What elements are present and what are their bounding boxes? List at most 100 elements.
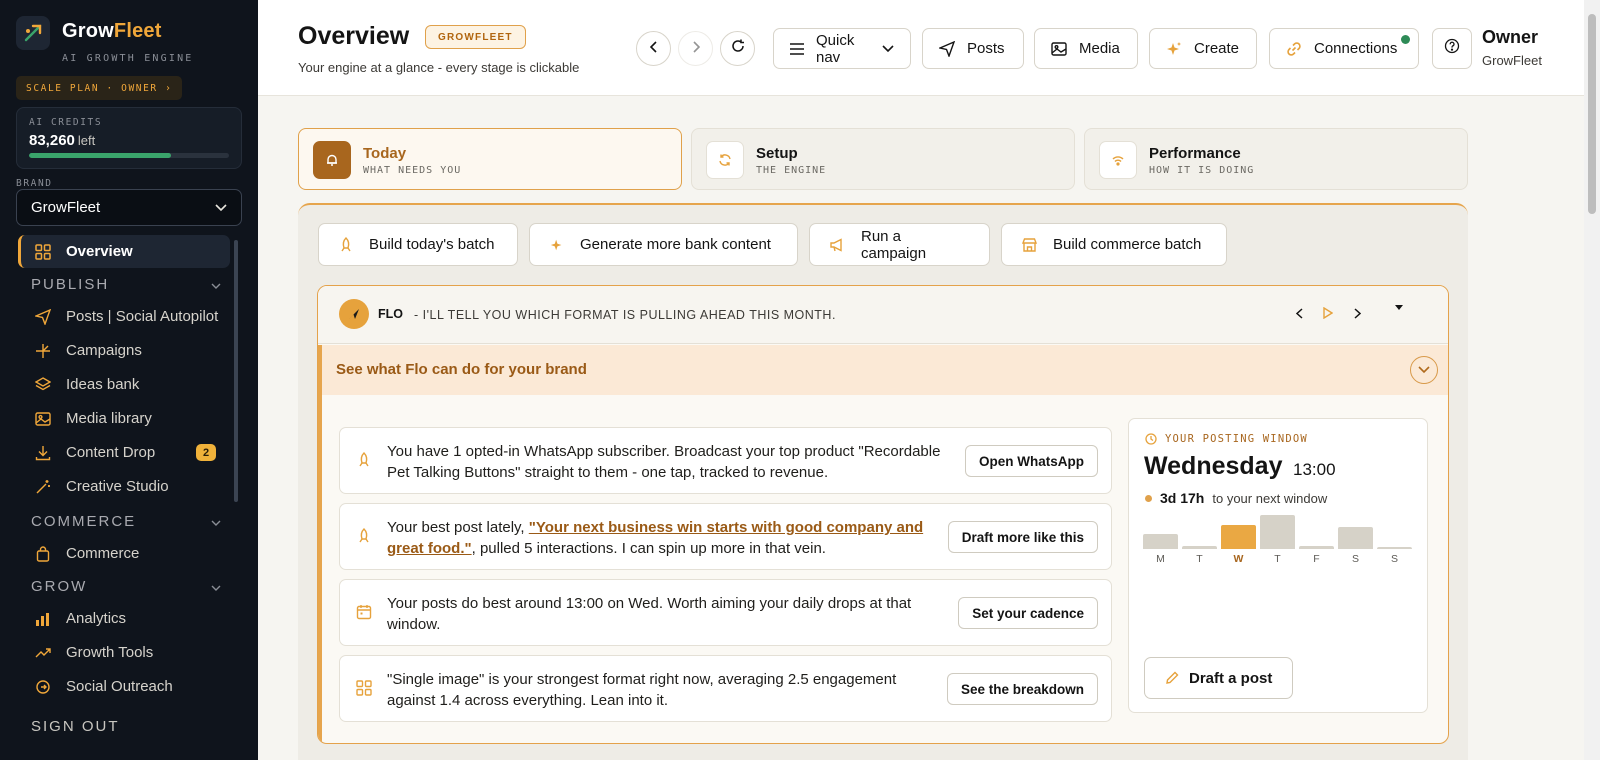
section-publish[interactable]: PUBLISH <box>31 276 221 293</box>
credits-amount: 83,260 <box>29 132 75 149</box>
run-campaign-button[interactable]: Run a campaign <box>809 223 990 266</box>
growfleet-logo-icon[interactable] <box>16 16 50 50</box>
section-publish-label: PUBLISH <box>31 276 110 293</box>
sidebar-item-campaigns[interactable]: Campaigns <box>18 334 230 367</box>
generate-bank-content-button[interactable]: Generate more bank content <box>529 223 798 266</box>
posting-window-card: YOUR POSTING WINDOW Wednesday 13:00 3d 1… <box>1128 418 1428 713</box>
sidebar-item-overview[interactable]: Overview <box>18 235 230 268</box>
flo-capabilities-banner[interactable]: See what Flo can do for your brand <box>318 345 1448 395</box>
sparkle-icon <box>550 238 564 252</box>
sidebar-item-commerce[interactable]: Commerce <box>18 537 230 570</box>
stage-tab-performance[interactable]: Performance HOW IT IS DOING <box>1084 128 1468 190</box>
stage-subtitle: HOW IT IS DOING <box>1149 165 1255 176</box>
caret-down-icon <box>1395 298 1403 316</box>
page-subtitle: Your engine at a glance - every stage is… <box>298 60 580 75</box>
sidebar-item-creative-studio[interactable]: Creative Studio <box>18 470 230 503</box>
countdown-value: 3d 17h <box>1160 490 1205 506</box>
sidebar-item-posts[interactable]: Posts | Social Autopilot <box>18 300 230 333</box>
brand-select[interactable]: GrowFleet <box>16 189 242 226</box>
chevron-down-icon[interactable] <box>1410 356 1438 384</box>
posts-button[interactable]: Posts <box>922 28 1024 69</box>
connections-button[interactable]: Connections <box>1269 28 1419 69</box>
flo-accent-strip <box>318 395 322 743</box>
sidebar-item-label: Analytics <box>66 610 127 627</box>
section-grow-label: GROW <box>31 578 88 595</box>
open-whatsapp-button[interactable]: Open WhatsApp <box>965 445 1098 477</box>
trend-up-icon <box>34 644 52 662</box>
build-commerce-batch-button[interactable]: Build commerce batch <box>1001 223 1227 266</box>
sidebar-item-growth-tools[interactable]: Growth Tools <box>18 636 230 669</box>
posting-window-label: YOUR POSTING WINDOW <box>1145 433 1308 445</box>
bell-icon <box>313 141 351 179</box>
insight-text: Your posts do best around 13:00 on Wed. … <box>387 595 912 633</box>
sparkle-plus-icon <box>34 342 52 360</box>
flo-play-button[interactable] <box>1317 304 1339 326</box>
sidebar-item-ideas-bank[interactable]: Ideas bank <box>18 368 230 401</box>
layers-icon <box>34 376 52 394</box>
sidebar-item-label: Creative Studio <box>66 478 169 495</box>
forward-button[interactable] <box>678 31 713 66</box>
quick-nav-button[interactable]: Quick nav <box>773 28 911 69</box>
page-scrollbar[interactable] <box>1584 0 1600 760</box>
plan-pill[interactable]: SCALE PLAN · OWNER › <box>16 76 183 100</box>
create-button[interactable]: Create <box>1149 28 1257 69</box>
section-commerce[interactable]: COMMERCE <box>31 513 221 530</box>
stage-subtitle: THE ENGINE <box>756 165 827 176</box>
help-button[interactable] <box>1432 28 1472 69</box>
sidebar-item-media-library[interactable]: Media library <box>18 402 230 435</box>
weekday-label: F <box>1313 553 1320 565</box>
stage-title: Today <box>363 145 407 162</box>
weekday-bar <box>1377 547 1412 549</box>
stage-tab-today[interactable]: Today WHAT NEEDS YOU <box>298 128 682 190</box>
page-scrollbar-thumb[interactable] <box>1588 14 1596 214</box>
quick-action-label: Build today's batch <box>369 236 495 253</box>
clock-icon <box>1145 433 1157 445</box>
media-button[interactable]: Media <box>1034 28 1138 69</box>
build-todays-batch-button[interactable]: Build today's batch <box>318 223 518 266</box>
send-icon <box>34 308 52 326</box>
stage-title: Setup <box>756 145 798 162</box>
stage-title: Performance <box>1149 145 1241 162</box>
sidebar-item-label: Media library <box>66 410 152 427</box>
sidebar-item-analytics[interactable]: Analytics <box>18 602 230 635</box>
set-your-cadence-button[interactable]: Set your cadence <box>958 597 1098 629</box>
sidebar-scrollbar[interactable] <box>234 240 238 502</box>
draft-more-like-this-button[interactable]: Draft more like this <box>947 521 1098 553</box>
draft-a-post-label: Draft a post <box>1189 669 1273 687</box>
flo-previous-button[interactable] <box>1288 304 1310 326</box>
weekday-label: T <box>1274 553 1281 565</box>
section-grow[interactable]: GROW <box>31 578 221 595</box>
media-label: Media <box>1079 40 1120 57</box>
back-button[interactable] <box>636 31 671 66</box>
bar-chart-icon <box>34 610 52 628</box>
flo-next-button[interactable] <box>1346 304 1368 326</box>
connection-status-dot <box>1401 35 1410 44</box>
flo-collapse-button[interactable] <box>1388 296 1410 318</box>
chevron-down-icon <box>215 199 227 216</box>
owner-name[interactable]: Owner <box>1482 27 1538 48</box>
flo-header: FLO - I'LL TELL YOU WHICH FORMAT IS PULL… <box>318 286 1448 344</box>
stage-tab-setup[interactable]: Setup THE ENGINE <box>691 128 1075 190</box>
sidebar-item-label: Campaigns <box>66 342 142 359</box>
rocket-icon <box>339 236 353 253</box>
draft-a-post-button[interactable]: Draft a post <box>1144 657 1294 699</box>
help-icon <box>1444 38 1460 59</box>
sign-out-link[interactable]: SIGN OUT <box>31 718 120 735</box>
chevron-down-icon <box>882 44 894 53</box>
credits-value: 83,260 left <box>29 132 95 149</box>
section-commerce-label: COMMERCE <box>31 513 137 530</box>
play-icon <box>1323 306 1334 324</box>
see-the-breakdown-button[interactable]: See the breakdown <box>946 673 1098 705</box>
magic-wand-icon <box>34 478 52 496</box>
sidebar-item-social-outreach[interactable]: Social Outreach <box>18 670 230 703</box>
weekday-bar <box>1299 546 1334 549</box>
ai-credits-card: AI CREDITS 83,260 left <box>16 107 242 169</box>
sidebar-item-content-drop[interactable]: Content Drop 2 <box>18 436 230 469</box>
chevron-down-icon <box>211 276 221 293</box>
brand-select-label: BRAND <box>16 178 53 189</box>
brand-select-value: GrowFleet <box>31 199 101 216</box>
sync-icon <box>706 141 744 179</box>
refresh-button[interactable] <box>720 31 755 66</box>
quick-action-label: Generate more bank content <box>580 236 771 253</box>
send-icon <box>939 40 955 57</box>
